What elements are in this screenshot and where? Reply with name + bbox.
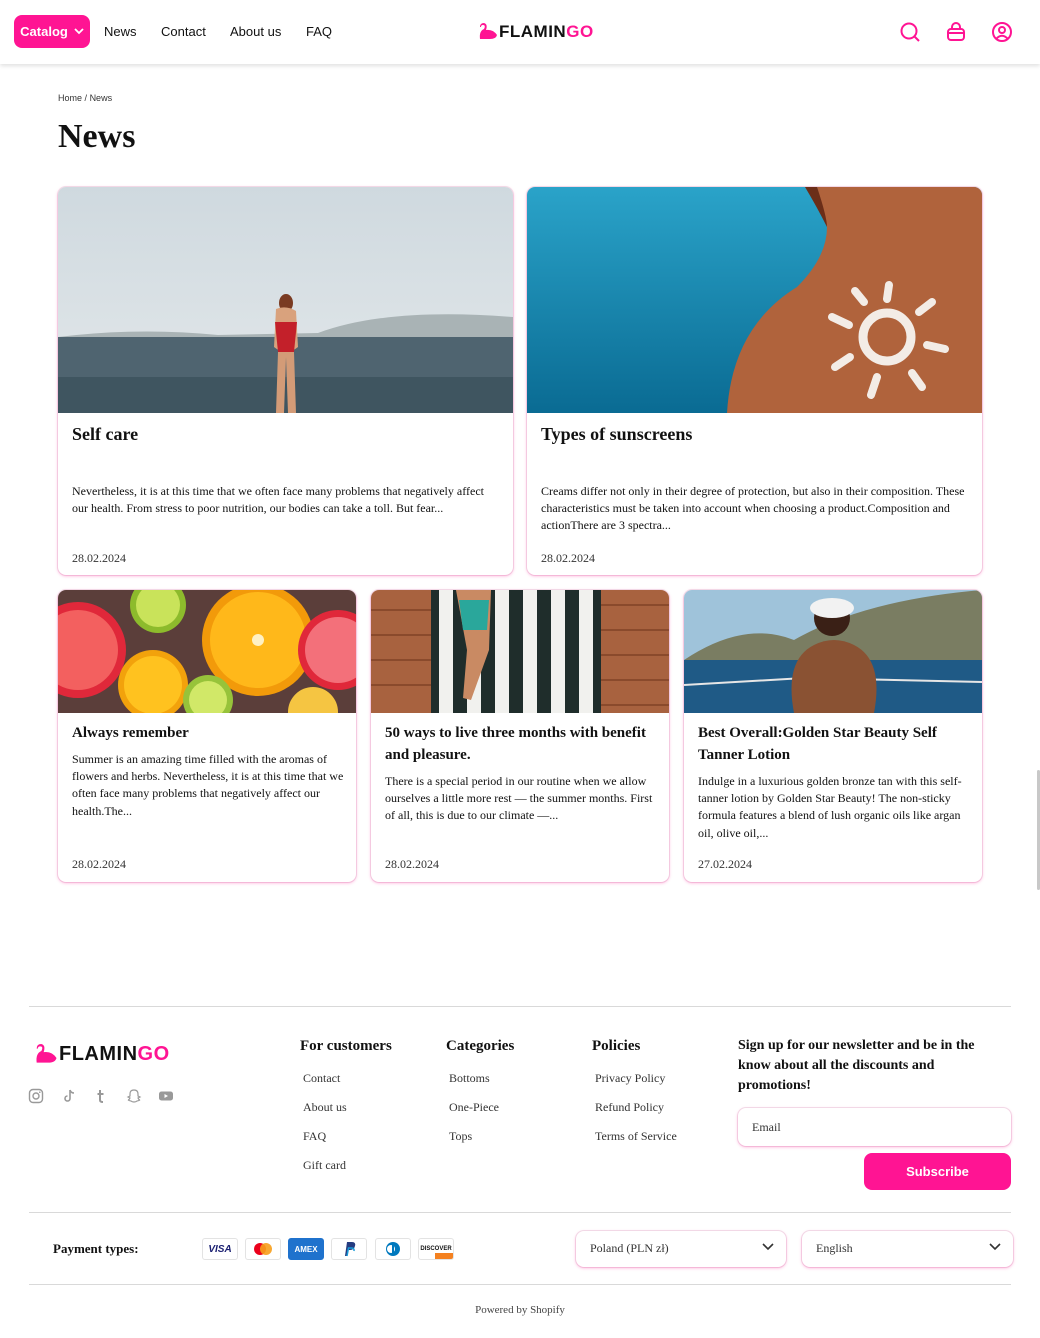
article-excerpt: Creams differ not only in their degree o… [541,484,965,533]
article-date: 28.02.2024 [72,551,126,565]
article-excerpt: There is a special period in our routine… [385,774,653,823]
logo-text-prefix: FLAMIN [59,1043,138,1065]
logo-text-suffix: GO [566,22,594,41]
article-card-50-ways[interactable]: 50 ways to live three months with benefi… [371,590,669,882]
instagram-icon[interactable] [28,1088,44,1104]
footer-column-title: Policies [592,1038,641,1054]
flamingo-logo-icon [479,23,497,39]
article-date: 28.02.2024 [541,551,595,565]
footer-link-terms-of-service[interactable]: Terms of Service [595,1129,677,1144]
article-excerpt: Indulge in a luxurious golden bronze tan… [698,774,962,840]
footer-link-one-piece[interactable]: One-Piece [449,1100,499,1115]
nav-news[interactable]: News [104,24,137,39]
footer-link-refund-policy[interactable]: Refund Policy [595,1100,664,1115]
breadcrumb-current: News [89,93,113,103]
youtube-icon[interactable] [158,1088,174,1104]
nav-about-us[interactable]: About us [230,24,281,39]
page-title: News [58,118,136,155]
discover-icon: DISCOVER [418,1238,454,1260]
footer-logo[interactable]: FLAMIN GO [33,1043,170,1066]
footer-link-faq[interactable]: FAQ [303,1129,326,1144]
chevron-down-icon [762,1243,774,1251]
newsletter-title: Sign up for our newsletter and be in the… [738,1038,975,1093]
snapchat-icon[interactable] [126,1088,142,1104]
diners-club-icon [375,1238,411,1260]
site-header: Catalog News Contact About us FAQ FLAMIN… [0,0,1040,64]
email-field[interactable]: Email [738,1108,1011,1146]
article-card-sunscreens[interactable]: Types of sunscreens Creams differ not on… [527,187,982,575]
country-currency-select[interactable]: Poland (PLN zł) [576,1231,786,1267]
footer-column-title: Categories [446,1038,515,1054]
amex-icon: AMEX [288,1238,324,1260]
footer-link-contact[interactable]: Contact [303,1071,340,1086]
article-title[interactable]: Best Overall:Golden Star Beauty Self Tan… [698,722,973,766]
language-select[interactable]: English [802,1231,1013,1267]
article-image-striped-towel [371,590,669,713]
footer-link-about-us[interactable]: About us [303,1100,347,1115]
catalog-label: Catalog [20,24,68,39]
article-image-beach-woman [58,187,513,413]
breadcrumb-home[interactable]: Home [58,93,82,103]
footer-divider [29,1006,1011,1007]
country-select-value: Poland (PLN zł) [590,1241,669,1255]
footer-divider [29,1284,1011,1285]
breadcrumb: Home / News [58,93,112,103]
article-excerpt: Summer is an amazing time filled with th… [72,752,344,818]
language-select-value: English [816,1241,853,1255]
article-date: 28.02.2024 [385,857,439,871]
payment-types-label: Payment types: [53,1241,139,1256]
footer-link-privacy-policy[interactable]: Privacy Policy [595,1071,665,1086]
mastercard-icon [245,1238,281,1260]
paypal-icon [331,1238,367,1260]
nav-faq[interactable]: FAQ [306,24,332,39]
site-logo[interactable]: FLAMIN GO [477,22,594,42]
article-title[interactable]: Types of sunscreens [541,423,692,445]
logo-text-prefix: FLAMIN [499,22,567,41]
powered-by-shopify[interactable]: Powered by Shopify [0,1304,1040,1316]
bag-icon[interactable] [944,20,968,44]
article-excerpt: Nevertheless, it is at this time that we… [72,484,484,516]
flamingo-logo-icon [36,1044,57,1063]
account-icon[interactable] [990,20,1014,44]
article-title[interactable]: 50 ways to live three months with benefi… [385,722,655,766]
article-card-golden-star[interactable]: Best Overall:Golden Star Beauty Self Tan… [684,590,982,882]
article-image-citrus-fruits [58,590,356,713]
footer-column-title: For customers [300,1038,392,1054]
article-title[interactable]: Self care [72,423,138,445]
article-date: 28.02.2024 [72,857,126,871]
article-date: 27.02.2024 [698,857,752,871]
article-card-self-care[interactable]: Self care Nevertheless, it is at this ti… [58,187,513,575]
article-title[interactable]: Always remember [72,722,189,744]
logo-text-suffix: GO [137,1043,170,1065]
nav-contact[interactable]: Contact [161,24,206,39]
article-card-always-remember[interactable]: Always remember Summer is an amazing tim… [58,590,356,882]
chevron-down-icon [989,1243,1001,1251]
footer-link-bottoms[interactable]: Bottoms [449,1071,490,1086]
search-icon[interactable] [898,20,922,44]
article-image-sunscreen-shoulder [527,187,982,413]
catalog-button[interactable]: Catalog [14,15,90,48]
breadcrumb-separator: / [84,93,88,103]
footer-link-gift-card[interactable]: Gift card [303,1158,346,1173]
subscribe-button[interactable]: Subscribe [864,1153,1011,1190]
article-image-boat-woman [684,590,982,713]
tiktok-icon[interactable] [61,1088,77,1104]
footer-divider [29,1212,1011,1213]
chevron-down-icon [74,28,84,35]
footer-link-tops[interactable]: Tops [449,1129,472,1144]
visa-icon: VISA [202,1238,238,1260]
tumblr-icon[interactable] [93,1088,109,1104]
